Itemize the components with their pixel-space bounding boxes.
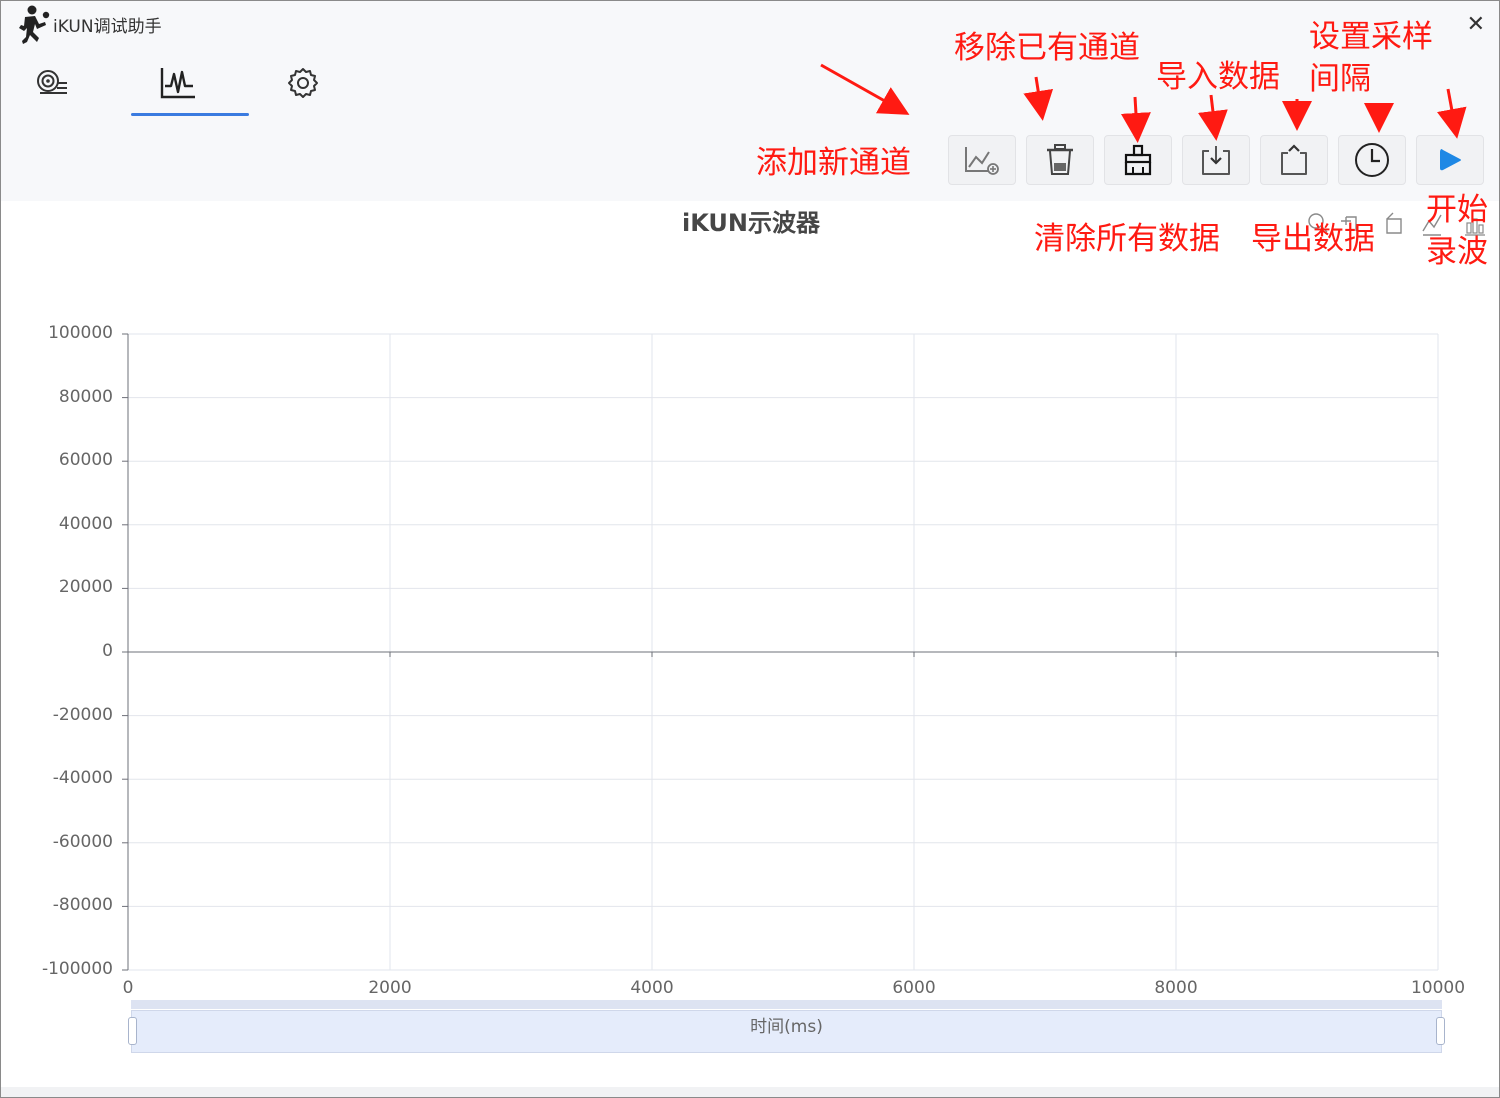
y-tick-label: -60000: [52, 831, 113, 852]
bottom-strip: [1, 1087, 1499, 1097]
x-axis-title: 时间(ms): [750, 1017, 823, 1037]
x-tick-label: 4000: [630, 978, 674, 998]
x-tick-label: 6000: [892, 978, 936, 998]
y-tick-label: 80000: [58, 386, 113, 407]
datazoom-topbar: [131, 1000, 1442, 1009]
annotation-sample-interval-1: 设置采样: [1309, 19, 1433, 55]
x-tick-label: 10000: [1410, 978, 1466, 998]
y-tick-label: 60000: [58, 450, 113, 471]
app-window: iKUN调试助手 ✕ iKUN示波器 100000 80000 60000 40…: [0, 0, 1500, 1098]
y-tick-label: -100000: [41, 959, 113, 979]
y-tick-label: 20000: [58, 577, 113, 598]
datazoom-right-handle[interactable]: [1436, 1017, 1445, 1045]
annotation-export-data: 导出数据: [1251, 221, 1375, 257]
y-tick-label: 100000: [48, 323, 113, 343]
y-tick-label: -20000: [52, 704, 113, 725]
datazoom-slider[interactable]: 时间(ms): [128, 1000, 1445, 1055]
x-tick-label: 8000: [1154, 978, 1198, 998]
annotation-sample-interval-2: 间隔: [1309, 61, 1371, 97]
oscilloscope-chart[interactable]: [1, 1, 1500, 1098]
y-tick-label: -80000: [52, 895, 113, 916]
annotation-remove-channel: 移除已有通道: [954, 30, 1140, 66]
datazoom-left-handle[interactable]: [128, 1017, 137, 1045]
annotation-import-data: 导入数据: [1156, 59, 1280, 95]
y-tick-label: -40000: [52, 768, 113, 789]
x-tick-label: 0: [122, 978, 134, 998]
annotation-add-channel: 添加新通道: [756, 145, 911, 181]
annotation-start-2: 录波: [1426, 234, 1488, 270]
x-tick-label: 2000: [368, 978, 412, 998]
annotation-start-1: 开始: [1426, 192, 1488, 228]
y-tick-label: 0: [102, 641, 113, 661]
annotation-clear-data: 清除所有数据: [1034, 221, 1220, 257]
y-tick-label: 40000: [58, 513, 113, 534]
